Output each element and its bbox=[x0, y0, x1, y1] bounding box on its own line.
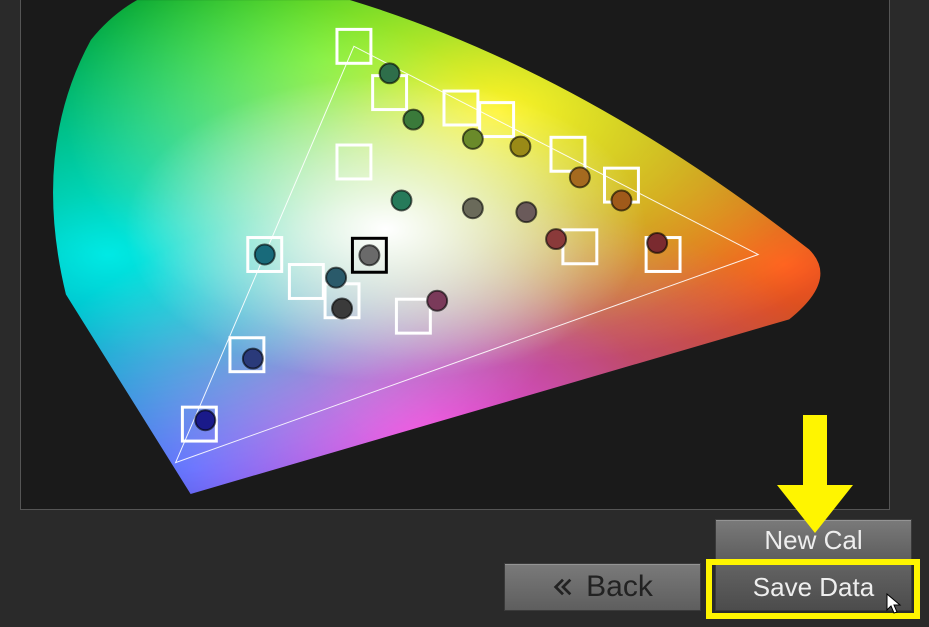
chromaticity-plot-panel bbox=[20, 0, 890, 510]
new-cal-button[interactable]: New Cal bbox=[715, 519, 912, 561]
measured-point[interactable] bbox=[392, 191, 412, 211]
measured-point[interactable] bbox=[359, 245, 379, 265]
measured-point[interactable] bbox=[516, 202, 536, 222]
measured-point[interactable] bbox=[332, 298, 352, 318]
measured-point[interactable] bbox=[243, 349, 263, 369]
save-data-label: Save Data bbox=[753, 572, 874, 603]
measured-point[interactable] bbox=[463, 129, 483, 149]
measured-point[interactable] bbox=[403, 110, 423, 130]
measured-point[interactable] bbox=[611, 191, 631, 211]
measured-point[interactable] bbox=[647, 233, 667, 253]
cie-diagram bbox=[21, 0, 889, 509]
measured-point[interactable] bbox=[255, 245, 275, 265]
new-cal-label: New Cal bbox=[764, 525, 862, 556]
footer-bar: New Cal Save Data Back bbox=[0, 512, 929, 627]
save-data-button[interactable]: Save Data bbox=[715, 563, 912, 611]
measured-point[interactable] bbox=[570, 167, 590, 187]
measured-point[interactable] bbox=[510, 137, 530, 157]
chevron-double-left-icon bbox=[552, 576, 574, 598]
measured-point[interactable] bbox=[380, 63, 400, 83]
back-label: Back bbox=[586, 570, 653, 604]
measured-point[interactable] bbox=[546, 229, 566, 249]
measured-point[interactable] bbox=[463, 198, 483, 218]
measured-point[interactable] bbox=[427, 291, 447, 311]
measured-point[interactable] bbox=[326, 268, 346, 288]
measured-point[interactable] bbox=[195, 410, 215, 430]
back-button[interactable]: Back bbox=[504, 563, 701, 611]
